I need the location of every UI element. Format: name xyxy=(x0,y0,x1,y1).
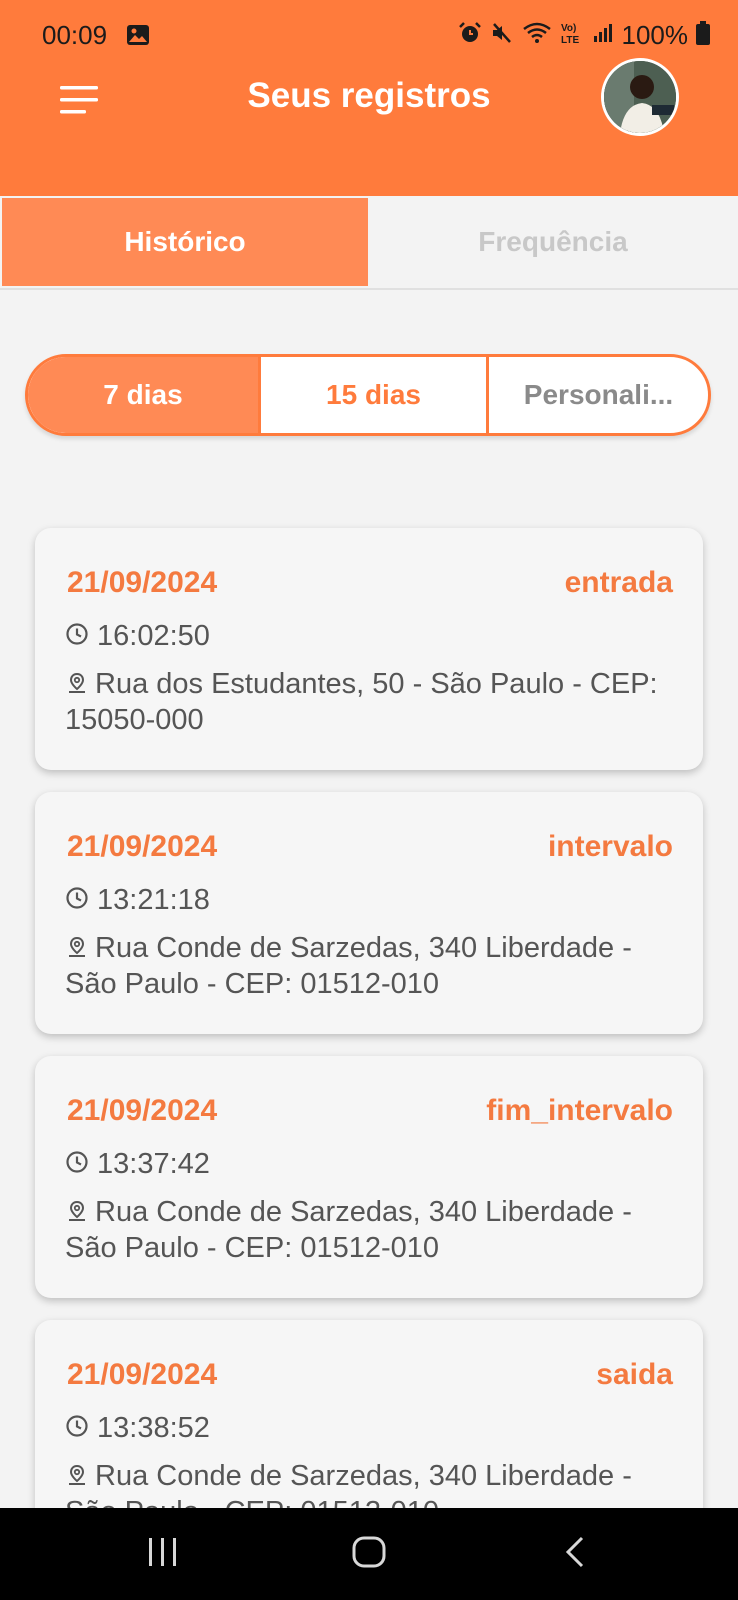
volte-icon: Vo) LTE xyxy=(560,20,584,51)
record-address: Rua Conde de Sarzedas, 340 Liberdade - S… xyxy=(65,1196,632,1264)
signal-icon xyxy=(592,22,614,49)
svg-text:LTE: LTE xyxy=(561,35,579,46)
record-time: 16:02:50 xyxy=(97,620,210,652)
record-type: intervalo xyxy=(547,830,673,863)
app-header: 00:09 Vo) LTE 100% Seus registros xyxy=(0,0,738,196)
record-time: 13:38:52 xyxy=(97,1412,210,1444)
clock-icon xyxy=(65,622,89,651)
record-address: Rua dos Estudantes, 50 - São Paulo - CEP… xyxy=(65,668,658,736)
home-icon[interactable] xyxy=(350,1532,390,1577)
clock-icon xyxy=(65,1414,89,1443)
record-time: 13:21:18 xyxy=(97,884,210,916)
image-icon xyxy=(126,24,150,51)
record-date: 21/09/2024 xyxy=(67,830,218,863)
filter-personalizado[interactable]: Personali... xyxy=(486,357,708,433)
recent-apps-icon[interactable] xyxy=(146,1532,180,1577)
filter-15-dias[interactable]: 15 dias xyxy=(258,357,486,433)
record-address-row: Rua Conde de Sarzedas, 340 Liberdade - S… xyxy=(65,930,685,1002)
records-list[interactable]: 21/09/2024 entrada 16:02:50 Rua dos Estu… xyxy=(0,440,738,1508)
location-pin-icon xyxy=(65,935,89,964)
battery-icon xyxy=(696,20,710,50)
record-time-row: 13:38:52 xyxy=(65,1412,210,1445)
status-icons: Vo) LTE 100% xyxy=(458,18,710,52)
record-card[interactable]: 21/09/2024 saida 13:38:52 Rua Conde de S… xyxy=(35,1320,703,1508)
tab-historico[interactable]: Histórico xyxy=(2,198,368,286)
mute-icon xyxy=(490,21,514,50)
battery-percent: 100% xyxy=(621,19,689,50)
clock-icon xyxy=(65,1150,89,1179)
record-type: saida xyxy=(596,1358,673,1391)
record-card[interactable]: 21/09/2024 entrada 16:02:50 Rua dos Estu… xyxy=(35,528,703,770)
record-date: 21/09/2024 xyxy=(67,566,218,599)
record-card[interactable]: 21/09/2024 intervalo 13:21:18 Rua Conde … xyxy=(35,792,703,1034)
clock-icon xyxy=(65,886,89,915)
record-address: Rua Conde de Sarzedas, 340 Liberdade - S… xyxy=(65,932,632,1000)
record-type: entrada xyxy=(564,566,673,599)
location-pin-icon xyxy=(65,1463,89,1492)
record-time-row: 16:02:50 xyxy=(65,620,210,653)
back-icon[interactable] xyxy=(560,1532,590,1577)
period-filter: 7 dias 15 dias Personali... xyxy=(25,354,711,436)
filter-7-dias[interactable]: 7 dias xyxy=(28,357,258,433)
system-nav-bar xyxy=(0,1508,738,1600)
record-time-row: 13:21:18 xyxy=(65,884,210,917)
record-type: fim_intervalo xyxy=(486,1094,673,1127)
record-time: 13:37:42 xyxy=(97,1148,210,1180)
location-pin-icon xyxy=(65,1199,89,1228)
record-address: Rua Conde de Sarzedas, 340 Liberdade - S… xyxy=(65,1460,632,1508)
alarm-icon xyxy=(458,21,482,50)
tab-frequencia[interactable]: Frequência xyxy=(370,198,736,286)
avatar[interactable] xyxy=(601,58,679,136)
record-date: 21/09/2024 xyxy=(67,1358,218,1391)
svg-text:Vo): Vo) xyxy=(561,23,576,34)
record-card[interactable]: 21/09/2024 fim_intervalo 13:37:42 Rua Co… xyxy=(35,1056,703,1298)
record-time-row: 13:37:42 xyxy=(65,1148,210,1181)
tab-bar: Histórico Frequência xyxy=(0,196,738,290)
location-pin-icon xyxy=(65,671,89,700)
record-address-row: Rua Conde de Sarzedas, 340 Liberdade - S… xyxy=(65,1194,685,1266)
record-address-row: Rua Conde de Sarzedas, 340 Liberdade - S… xyxy=(65,1458,685,1508)
record-address-row: Rua dos Estudantes, 50 - São Paulo - CEP… xyxy=(65,666,685,738)
wifi-icon xyxy=(522,21,552,50)
record-date: 21/09/2024 xyxy=(67,1094,218,1127)
status-time: 00:09 xyxy=(42,20,108,50)
